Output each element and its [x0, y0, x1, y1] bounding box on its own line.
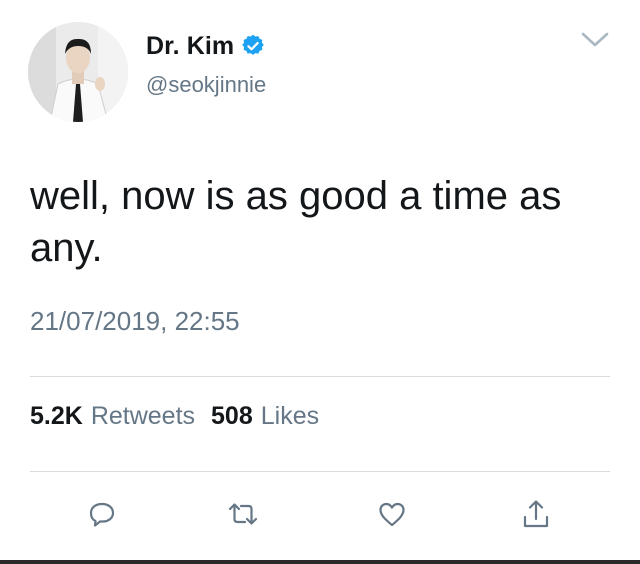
- tweet-timestamp[interactable]: 21/07/2019, 22:55: [30, 306, 240, 337]
- retweet-button[interactable]: [221, 494, 265, 538]
- likes-count: 508: [211, 402, 253, 430]
- tweet-text: well, now is as good a time as any.: [30, 174, 562, 270]
- likes-label: Likes: [260, 402, 320, 430]
- display-name[interactable]: Dr. Kim: [146, 32, 234, 61]
- bottom-edge-divider: [0, 560, 640, 564]
- share-icon: [520, 498, 552, 535]
- heart-icon: [376, 498, 408, 535]
- author-name-row[interactable]: Dr. Kim: [146, 31, 265, 61]
- avatar[interactable]: [28, 22, 128, 122]
- tweet-actions: [0, 494, 640, 542]
- chevron-down-icon[interactable]: [580, 30, 610, 50]
- share-button[interactable]: [514, 494, 558, 538]
- author-handle[interactable]: @seokjinnie: [146, 72, 266, 98]
- verified-badge-icon: [242, 34, 265, 57]
- like-button[interactable]: [370, 494, 414, 538]
- retweet-icon: [226, 498, 260, 535]
- reply-icon: [86, 498, 118, 535]
- likes-stat[interactable]: 508 Likes: [211, 402, 319, 431]
- divider: [30, 376, 610, 377]
- retweets-label: Retweets: [90, 402, 196, 430]
- divider: [30, 471, 610, 472]
- reply-button[interactable]: [80, 494, 124, 538]
- tweet-stats: 5.2K Retweets 508 Likes: [30, 402, 319, 431]
- retweets-count: 5.2K: [30, 402, 83, 430]
- retweets-stat[interactable]: 5.2K Retweets: [30, 402, 195, 431]
- tweet-card: Dr. Kim @seokjinnie well, now is as good…: [0, 0, 640, 564]
